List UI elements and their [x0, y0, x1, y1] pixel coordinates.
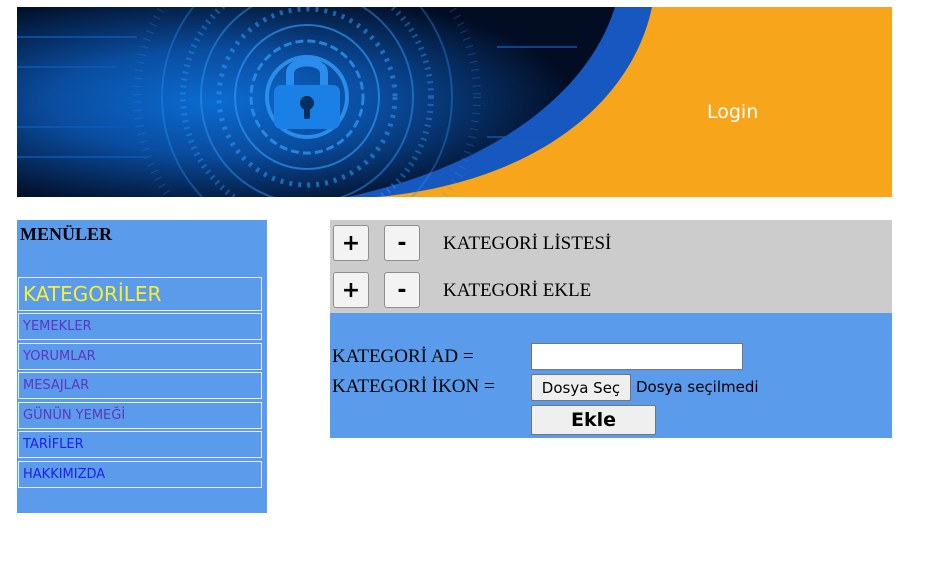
category-name-label: KATEGORİ AD = — [332, 346, 474, 367]
sidebar-item-hakkimizda[interactable]: HAKKIMIZDA — [18, 461, 262, 488]
file-status-text: Dosya seçilmedi — [636, 378, 759, 396]
collapse-list-button[interactable]: - — [384, 225, 420, 261]
header-banner: Login — [17, 7, 892, 197]
category-name-input[interactable] — [531, 343, 743, 370]
category-list-label: KATEGORİ LİSTESİ — [443, 233, 612, 254]
sidebar-menu: MENÜLER KATEGORİLER YEMEKLER YORUMLAR ME… — [17, 220, 267, 513]
menu-title: MENÜLER — [20, 224, 113, 244]
sidebar-item-gunun-yemegi[interactable]: GÜNÜN YEMEĞİ — [18, 402, 262, 429]
category-icon-label: KATEGORİ İKON = — [332, 376, 495, 397]
expand-list-button[interactable]: + — [333, 225, 369, 261]
main-panel: + - KATEGORİ LİSTESİ + - KATEGORİ EKLE K… — [330, 220, 892, 438]
choose-file-button[interactable]: Dosya Seç — [531, 374, 631, 401]
sidebar-item-kategoriler[interactable]: KATEGORİLER — [18, 277, 262, 311]
collapse-add-button[interactable]: - — [384, 272, 420, 308]
sidebar-item-yorumlar[interactable]: YORUMLAR — [18, 343, 262, 370]
sidebar-item-yemekler[interactable]: YEMEKLER — [18, 313, 262, 340]
sidebar-item-mesajlar[interactable]: MESAJLAR — [18, 372, 262, 399]
add-button[interactable]: Ekle — [531, 405, 656, 435]
security-lock-illustration — [17, 7, 652, 197]
section-toggles: + - KATEGORİ LİSTESİ + - KATEGORİ EKLE — [330, 220, 892, 313]
login-link[interactable]: Login — [707, 101, 758, 123]
category-add-label: KATEGORİ EKLE — [443, 280, 592, 301]
sidebar-item-tarifler[interactable]: TARİFLER — [18, 431, 262, 458]
expand-add-button[interactable]: + — [333, 272, 369, 308]
